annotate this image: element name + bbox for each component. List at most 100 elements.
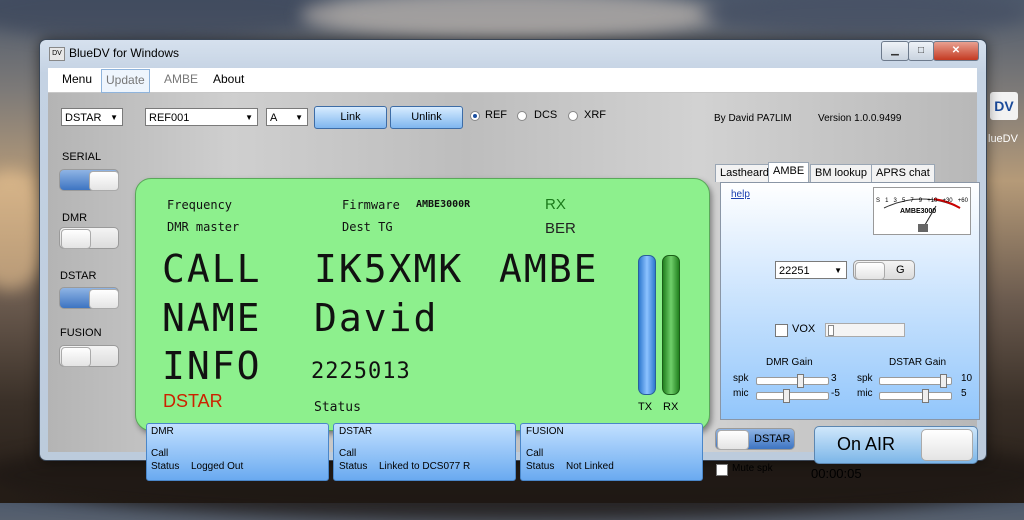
fusion-label: FUSION [60, 327, 102, 339]
info-value: 2225013 [311, 359, 411, 384]
slider-thumb[interactable] [797, 374, 804, 388]
toggle-knob [921, 429, 973, 461]
signal-meter: S 1 3 5 7 9 +10 +30 +60 AMBE3000 [873, 187, 971, 235]
on-air-label: On AIR [837, 434, 896, 454]
chevron-down-icon: ▼ [834, 266, 842, 275]
dstar-spk-slider[interactable] [879, 374, 952, 388]
dstar-mic-slider[interactable] [879, 389, 952, 403]
panel-status-label: Status [151, 461, 180, 472]
unlink-button[interactable]: Unlink [390, 106, 463, 129]
dstar-spk-value: 10 [961, 373, 973, 384]
dmr-label: DMR [62, 212, 88, 224]
mute-checkbox[interactable] [716, 464, 728, 476]
link-button[interactable]: Link [314, 106, 387, 129]
meter-scale-tick: +60 [957, 198, 968, 204]
radio-xrf[interactable] [568, 111, 578, 121]
sky-cloud [300, 0, 720, 40]
window-title: BlueDV for Windows [69, 46, 180, 60]
reflector-select[interactable]: REF001 ▼ [145, 108, 258, 126]
slider-thumb[interactable] [940, 374, 947, 388]
name-value: David [314, 296, 439, 340]
tx-level-bar [638, 255, 656, 395]
vox-level-slider[interactable] [825, 323, 905, 337]
client-area: Menu Update AMBE About DSTAR ▼ REF001 ▼ A ▼… [48, 68, 980, 481]
call-value: IK5XMK [314, 247, 464, 291]
g-toggle[interactable]: G [853, 260, 915, 280]
status-label: Status [314, 400, 361, 415]
tab-ambe[interactable]: AMBE [768, 162, 810, 182]
toggle-knob [89, 289, 119, 309]
firmware-value: AMBE3000R [416, 199, 471, 210]
tab-lastheard[interactable]: Lastheard [715, 164, 774, 182]
sky-cloud [700, 0, 1024, 35]
meter-scale-tick: +30 [942, 198, 953, 204]
firmware-label: Firmware [342, 198, 400, 212]
help-link[interactable]: help [731, 189, 750, 200]
radio-ref[interactable] [470, 111, 480, 121]
dstar-toggle[interactable] [59, 287, 119, 309]
meter-scale-tick: 5 [901, 198, 906, 204]
fusion-toggle[interactable] [59, 345, 119, 367]
dmr-toggle[interactable] [59, 227, 119, 249]
module-select[interactable]: A ▼ [266, 108, 308, 126]
slider-thumb[interactable] [828, 325, 834, 336]
frequency-label: Frequency [167, 198, 233, 212]
menu-ambe[interactable]: AMBE [160, 68, 202, 90]
panel-status-label: Status [526, 461, 555, 472]
radio-dcs-label: DCS [534, 109, 558, 121]
dstar-mic-value: 5 [961, 388, 967, 399]
rx-label: RX [545, 196, 566, 213]
mode-select[interactable]: DSTAR ▼ [61, 108, 123, 126]
dstar-mode-toggle-label: DSTAR [754, 433, 791, 445]
meter-scale-tick: 7 [910, 198, 914, 204]
panel-title: DMR [151, 426, 174, 437]
dstar-gain-title: DSTAR Gain [889, 357, 947, 368]
chevron-down-icon: ▼ [110, 113, 118, 122]
g-toggle-label: G [896, 264, 905, 276]
main-display: Frequency DMR master Firmware AMBE3000R … [135, 178, 710, 431]
slider-thumb[interactable] [922, 389, 929, 403]
panel-title: FUSION [526, 426, 564, 437]
menu-about[interactable]: About [209, 68, 248, 90]
on-air-toggle[interactable]: On AIR [814, 426, 978, 464]
menu-menu[interactable]: Menu [58, 68, 96, 90]
dmr-spk-label: spk [733, 373, 749, 384]
dmr-spk-slider[interactable] [756, 374, 829, 388]
meter-scale-tick: 3 [893, 198, 897, 204]
dmr-mic-value: -5 [831, 388, 840, 399]
meter-scale-tick: 9 [918, 198, 923, 204]
port-select[interactable]: 22251 ▼ [775, 261, 847, 279]
info-label: INFO [162, 344, 262, 388]
panel-title: DSTAR [339, 426, 373, 437]
tab-aprs-chat[interactable]: APRS chat [871, 164, 935, 182]
desktop-icon-text: DV [994, 98, 1014, 114]
radio-xrf-label: XRF [584, 109, 606, 121]
radio-ref-label: REF [485, 109, 507, 121]
menu-update[interactable]: Update [101, 69, 150, 93]
dstar-status-panel: DSTAR Call Status Linked to DCS077 R [333, 423, 516, 481]
desktop-icon-label[interactable]: lueDV [988, 133, 1018, 145]
toggle-knob [89, 171, 119, 191]
radio-dcs[interactable] [517, 111, 527, 121]
minimize-button[interactable]: ▁ [881, 41, 909, 61]
author-label: By David PA7LIM [714, 113, 792, 124]
vox-checkbox[interactable] [775, 324, 788, 337]
module-select-value: A [270, 112, 278, 124]
meter-scale-tick: +10 [927, 198, 938, 204]
meter-label: AMBE3000 [900, 208, 937, 215]
call-codec: AMBE [499, 247, 599, 291]
toggle-knob [61, 347, 91, 367]
close-button[interactable]: ✕ [933, 41, 979, 61]
port-select-value: 22251 [779, 265, 810, 277]
serial-toggle[interactable] [59, 169, 119, 191]
rx-bar-label: RX [663, 401, 679, 413]
dstar-mode-toggle[interactable]: DSTAR [715, 428, 795, 450]
bluedv-desktop-icon[interactable]: DV [990, 92, 1018, 120]
slider-thumb[interactable] [783, 389, 790, 403]
maximize-button[interactable]: □ [908, 41, 934, 61]
tab-bm-lookup[interactable]: BM lookup [810, 164, 872, 182]
dmr-mic-slider[interactable] [756, 389, 829, 403]
chevron-down-icon: ▼ [245, 113, 253, 122]
version-label: Version 1.0.0.9499 [818, 113, 902, 124]
dmr-gain-title: DMR Gain [766, 357, 813, 368]
